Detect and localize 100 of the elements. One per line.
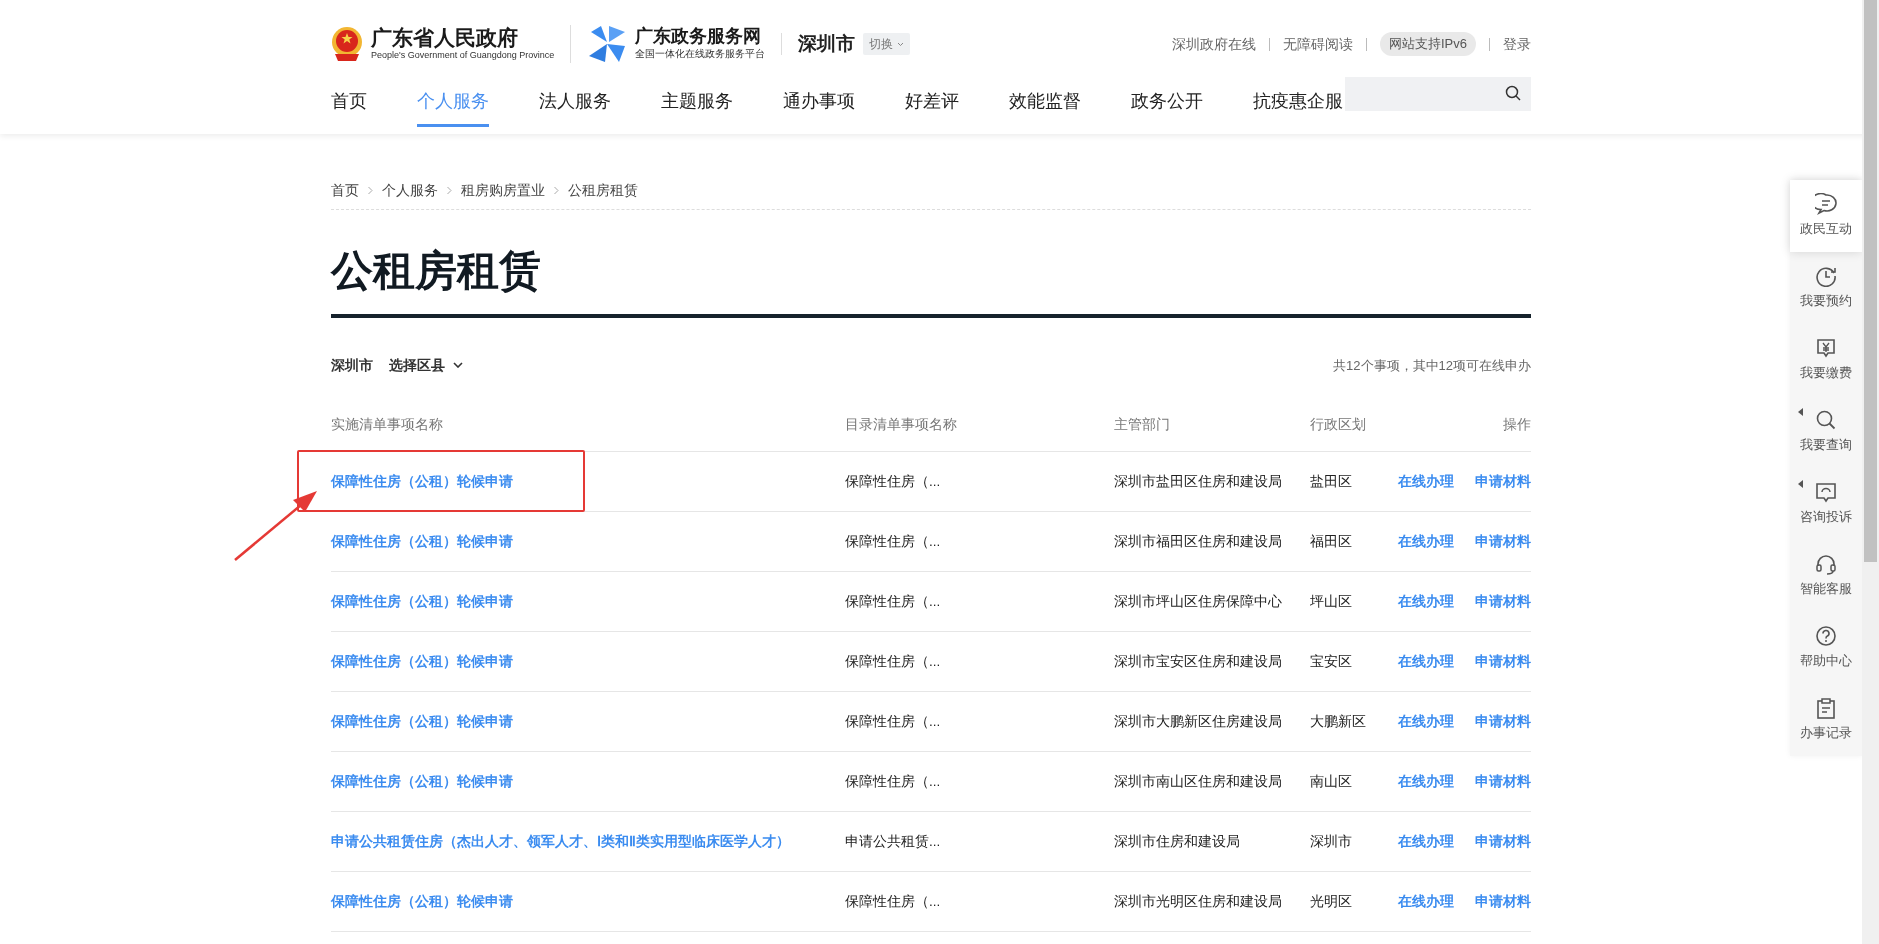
table-cell: 保障性住房（... — [845, 593, 941, 609]
portal-subtitle: 全国一体化在线政务服务平台 — [635, 47, 766, 62]
action-link[interactable]: 在线办理 — [1398, 591, 1454, 612]
table-cell: 保障性住房（... — [845, 533, 941, 549]
table-cell: 申请公共租赁... — [845, 833, 941, 849]
item-link[interactable]: 保障性住房（公租）轮候申请 — [331, 893, 513, 909]
breadcrumb-link[interactable]: 个人服务 — [382, 180, 438, 201]
action-link[interactable]: 在线办理 — [1398, 891, 1454, 912]
top-link[interactable]: 深圳政府在线 — [1172, 33, 1256, 55]
action-link[interactable]: 申请材料 — [1475, 591, 1531, 612]
action-link[interactable]: 申请材料 — [1475, 651, 1531, 672]
page-title: 公租房租赁 — [331, 246, 1531, 319]
search-icon[interactable] — [1505, 85, 1521, 101]
side-tool-button[interactable]: 咨询投诉 — [1790, 468, 1862, 540]
summary-text: 共12个事项，其中12项可在线申办 — [1333, 356, 1531, 375]
table-cell: 保障性住房（... — [845, 893, 941, 909]
nav-tab[interactable]: 个人服务 — [417, 88, 489, 127]
side-tool-button[interactable]: 办事记录 — [1790, 684, 1862, 756]
table-cell: 深圳市宝安区住房和建设局 — [1114, 653, 1282, 669]
help-icon — [1815, 625, 1837, 648]
side-tool-button[interactable]: 我要预约 — [1790, 252, 1862, 324]
item-link[interactable]: 保障性住房（公租）轮候申请 — [331, 653, 513, 669]
table-cell: 光明区 — [1310, 893, 1352, 909]
chevron-icon — [553, 186, 560, 195]
column-header: 操作 — [1503, 416, 1531, 433]
chevron-icon — [446, 186, 453, 195]
action-link[interactable]: 申请材料 — [1475, 711, 1531, 732]
table-cell: 深圳市福田区住房和建设局 — [1114, 533, 1282, 549]
nav-tab[interactable]: 政务公开 — [1131, 88, 1203, 127]
site-title: 广东省人民政府 — [371, 25, 519, 49]
caret-icon — [897, 41, 905, 47]
side-tool-button[interactable]: 帮助中心 — [1790, 612, 1862, 684]
emblem-icon — [331, 26, 363, 62]
table-cell: 南山区 — [1310, 773, 1352, 789]
column-header: 行政区划 — [1310, 416, 1366, 433]
column-header: 实施清单事项名称 — [331, 416, 443, 433]
action-link[interactable]: 在线办理 — [1398, 471, 1454, 492]
chevron-icon — [453, 362, 463, 369]
headset-icon — [1815, 553, 1837, 576]
scrollbar-thumb[interactable] — [1864, 0, 1877, 562]
item-link[interactable]: 申请公共租赁住房（杰出人才、领军人才、Ⅰ类和Ⅱ类实用型临床医学人才） — [331, 833, 790, 849]
top-link[interactable]: 登录 — [1503, 33, 1531, 55]
nav-tab[interactable]: 好差评 — [905, 88, 959, 127]
table-cell: 保障性住房（... — [845, 653, 941, 669]
search-icon — [1815, 409, 1837, 432]
action-link[interactable]: 在线办理 — [1398, 651, 1454, 672]
table-cell: 保障性住房（... — [845, 713, 941, 729]
action-link[interactable]: 在线办理 — [1398, 771, 1454, 792]
nav-tab[interactable]: 法人服务 — [539, 88, 611, 127]
site-subtitle: People's Government of Guangdong Province — [371, 49, 555, 62]
ipv6-badge[interactable]: 网站支持IPv6 — [1380, 32, 1476, 56]
portal-title: 广东政务服务网 — [635, 26, 763, 47]
breadcrumb-link[interactable]: 租房购房置业 — [461, 180, 545, 201]
side-tool-button[interactable]: 我要查询 — [1790, 396, 1862, 468]
chevron-icon — [367, 186, 374, 195]
nav-tab[interactable]: 抗疫惠企服 — [1253, 88, 1343, 127]
action-link[interactable]: 申请材料 — [1475, 891, 1531, 912]
table-cell: 深圳市 — [1310, 833, 1352, 849]
city-switch-button[interactable]: 切换 — [863, 33, 911, 55]
item-link[interactable]: 保障性住房（公租）轮候申请 — [331, 713, 513, 729]
city-label: 深圳市 — [331, 355, 373, 375]
clipboard-icon — [1815, 697, 1837, 720]
nav-tab[interactable]: 首页 — [331, 88, 367, 127]
table-cell: 深圳市住房和建设局 — [1114, 833, 1240, 849]
side-tool-button[interactable]: 智能客服 — [1790, 540, 1862, 612]
yen-icon — [1815, 337, 1837, 360]
breadcrumb-link[interactable]: 公租房租赁 — [568, 180, 638, 201]
table-cell: 大鹏新区 — [1310, 713, 1366, 729]
table-cell: 深圳市南山区住房和建设局 — [1114, 773, 1282, 789]
table-cell: 保障性住房（... — [845, 473, 941, 489]
district-dropdown[interactable]: 选择区县 — [389, 354, 463, 376]
side-tool-button[interactable]: 我要缴费 — [1790, 324, 1862, 396]
action-link[interactable]: 申请材料 — [1475, 471, 1531, 492]
action-link[interactable]: 在线办理 — [1398, 531, 1454, 552]
action-link[interactable]: 申请材料 — [1475, 771, 1531, 792]
action-link[interactable]: 在线办理 — [1398, 711, 1454, 732]
pinwheel-logo — [587, 24, 628, 64]
action-link[interactable]: 申请材料 — [1475, 531, 1531, 552]
action-link[interactable]: 申请材料 — [1475, 831, 1531, 852]
table-cell: 深圳市盐田区住房和建设局 — [1114, 473, 1282, 489]
action-link[interactable]: 在线办理 — [1398, 831, 1454, 852]
side-tool-button[interactable]: 政民互动 — [1790, 180, 1862, 252]
item-link[interactable]: 保障性住房（公租）轮候申请 — [331, 473, 513, 489]
message-icon — [1815, 481, 1837, 504]
item-link[interactable]: 保障性住房（公租）轮候申请 — [331, 773, 513, 789]
top-link[interactable]: 无障碍阅读 — [1283, 33, 1353, 55]
breadcrumb-link[interactable]: 首页 — [331, 180, 359, 201]
table-cell: 福田区 — [1310, 533, 1352, 549]
search-field[interactable] — [1345, 77, 1531, 111]
table-cell: 深圳市大鹏新区住房建设局 — [1114, 713, 1282, 729]
nav-tab[interactable]: 通办事项 — [783, 88, 855, 127]
table-cell: 盐田区 — [1310, 473, 1352, 489]
nav-tab[interactable]: 主题服务 — [661, 88, 733, 127]
table-cell: 坪山区 — [1310, 593, 1352, 609]
column-header: 目录清单事项名称 — [845, 416, 957, 433]
city-name: 深圳市 — [798, 31, 856, 56]
table-cell: 宝安区 — [1310, 653, 1352, 669]
item-link[interactable]: 保障性住房（公租）轮候申请 — [331, 593, 513, 609]
nav-tab[interactable]: 效能监督 — [1009, 88, 1081, 127]
item-link[interactable]: 保障性住房（公租）轮候申请 — [331, 533, 513, 549]
